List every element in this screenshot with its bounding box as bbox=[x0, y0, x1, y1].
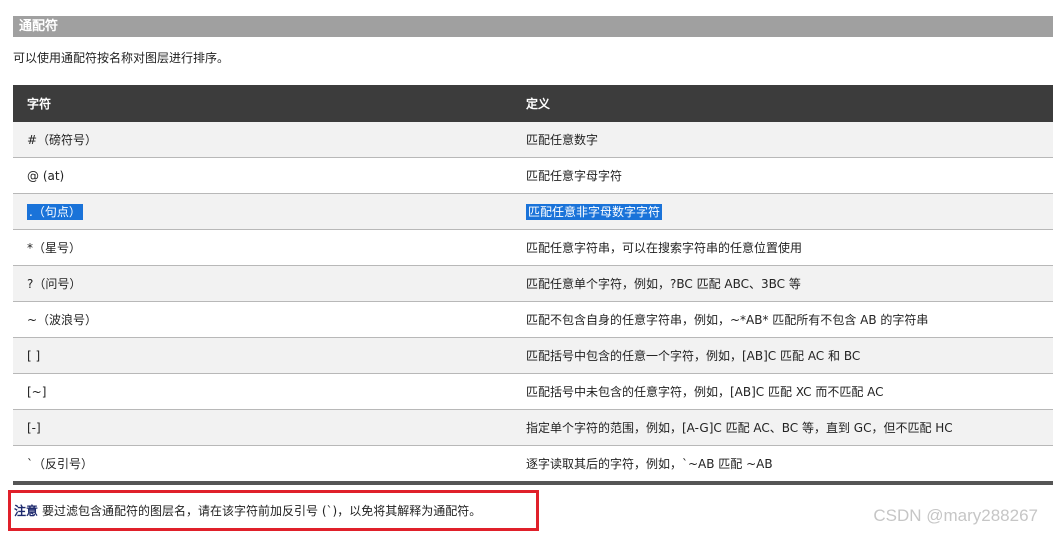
section-title: 通配符 bbox=[19, 19, 59, 34]
character-cell: [~] bbox=[13, 373, 512, 410]
character-cell: [ ] bbox=[13, 337, 512, 374]
table-row: *（星号） 匹配任意字符串，可以在搜索字符串的任意位置使用 bbox=[13, 229, 1053, 266]
table-header-row: 字符 定义 bbox=[13, 85, 1053, 122]
intro-text: 可以使用通配符按名称对图层进行排序。 bbox=[13, 51, 230, 65]
table-row-selected: .（句点） 匹配任意非字母数字字符 bbox=[13, 193, 1053, 230]
character-cell: .（句点） bbox=[13, 193, 512, 230]
table-row: [-] 指定单个字符的范围，例如，[A-G]C 匹配 AC、BC 等，直到 GC… bbox=[13, 409, 1053, 446]
table-row: @ (at) 匹配任意字母字符 bbox=[13, 157, 1053, 194]
character-cell: `（反引号） bbox=[13, 445, 512, 483]
table-row: #（磅符号） 匹配任意数字 bbox=[13, 122, 1053, 158]
definition-cell: 匹配任意字母字符 bbox=[512, 157, 1053, 194]
table-row: [ ] 匹配括号中包含的任意一个字符，例如，[AB]C 匹配 AC 和 BC bbox=[13, 337, 1053, 374]
column-header-definition: 定义 bbox=[512, 85, 1053, 122]
definition-cell: 逐字读取其后的字符，例如，`~AB 匹配 ~AB bbox=[512, 445, 1053, 483]
character-cell: ?（问号） bbox=[13, 265, 512, 302]
note-box: 注意 要过滤包含通配符的图层名，请在该字符前加反引号 (`)，以免将其解释为通配符… bbox=[8, 490, 539, 531]
definition-cell: 匹配任意非字母数字字符 bbox=[512, 193, 1053, 230]
selected-text: 匹配任意非字母数字字符 bbox=[526, 204, 663, 220]
character-cell: [-] bbox=[13, 409, 512, 446]
table-row: ~（波浪号） 匹配不包含自身的任意字符串，例如，~*AB* 匹配所有不包含 AB… bbox=[13, 301, 1053, 338]
selected-text: .（句点） bbox=[27, 204, 83, 220]
table-row: `（反引号） 逐字读取其后的字符，例如，`~AB 匹配 ~AB bbox=[13, 445, 1053, 483]
definition-cell: 匹配括号中包含的任意一个字符，例如，[AB]C 匹配 AC 和 BC bbox=[512, 337, 1053, 374]
column-header-character: 字符 bbox=[13, 85, 512, 122]
note-label: 注意 bbox=[14, 504, 39, 518]
section-title-bar: 通配符 bbox=[13, 16, 1053, 37]
wildcard-table: 字符 定义 #（磅符号） 匹配任意数字 @ (at) 匹配任意字母字符 .（句点… bbox=[13, 85, 1053, 485]
definition-cell: 匹配任意数字 bbox=[512, 122, 1053, 158]
character-cell: *（星号） bbox=[13, 229, 512, 266]
definition-cell: 匹配不包含自身的任意字符串，例如，~*AB* 匹配所有不包含 AB 的字符串 bbox=[512, 301, 1053, 338]
definition-cell: 指定单个字符的范围，例如，[A-G]C 匹配 AC、BC 等，直到 GC，但不匹… bbox=[512, 409, 1053, 446]
table-row: [~] 匹配括号中未包含的任意字符，例如，[AB]C 匹配 XC 而不匹配 AC bbox=[13, 373, 1053, 410]
definition-cell: 匹配任意字符串，可以在搜索字符串的任意位置使用 bbox=[512, 229, 1053, 266]
definition-cell: 匹配括号中未包含的任意字符，例如，[AB]C 匹配 XC 而不匹配 AC bbox=[512, 373, 1053, 410]
character-cell: @ (at) bbox=[13, 157, 512, 194]
character-cell: #（磅符号） bbox=[13, 122, 512, 158]
definition-cell: 匹配任意单个字符，例如，?BC 匹配 ABC、3BC 等 bbox=[512, 265, 1053, 302]
character-cell: ~（波浪号） bbox=[13, 301, 512, 338]
note-text: 要过滤包含通配符的图层名，请在该字符前加反引号 (`)，以免将其解释为通配符。 bbox=[42, 504, 482, 518]
table-row: ?（问号） 匹配任意单个字符，例如，?BC 匹配 ABC、3BC 等 bbox=[13, 265, 1053, 302]
watermark: CSDN @mary288267 bbox=[873, 506, 1038, 525]
